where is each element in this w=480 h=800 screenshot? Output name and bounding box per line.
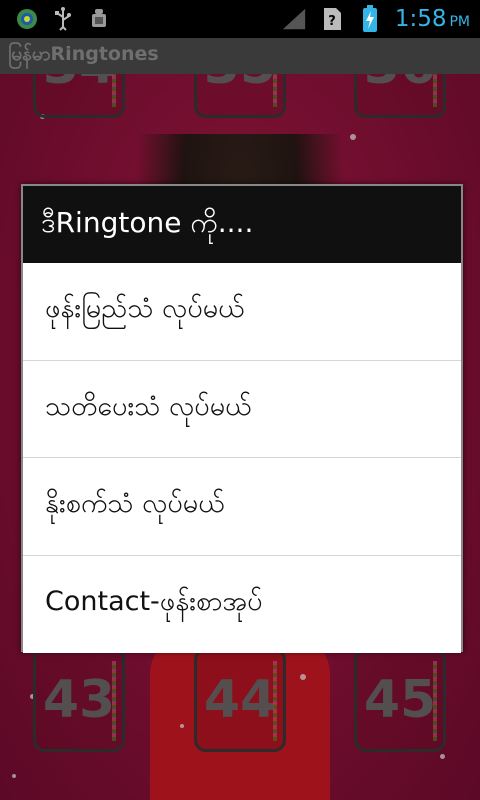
option-label: Contact-ဖုန်းစာအုပ် [45,586,263,618]
option-assign-contact[interactable]: Contact-ဖုန်းစာအုပ် [23,555,461,653]
signal-icon [281,6,307,32]
android-debug-icon [86,6,112,32]
set-ringtone-dialog: ဒီRingtone ကို.... ဖုန်းမြည်သံ လုပ်မယ် သ… [21,184,463,653]
dialog-header: ဒီRingtone ကို.... [23,186,461,263]
no-sim-icon: ? [319,6,345,32]
option-label: သတိပေးသံ လုပ်မယ် [45,390,252,422]
svg-text:?: ? [328,14,336,29]
app-notification-icon [14,6,40,32]
option-label: နိုးစက်သံ လုပ်မယ် [45,488,225,520]
option-set-alarm[interactable]: နိုးစက်သံ လုပ်မယ် [23,458,461,556]
battery-charging-icon [357,5,383,32]
usb-icon [50,6,76,32]
option-set-notification[interactable]: သတိပေးသံ လုပ်မယ် [23,360,461,458]
app-title: မြန်မာRingtones [8,43,159,65]
status-bar: ? 1:58 PM [0,0,480,38]
dialog-title: ဒီRingtone ကို.... [41,205,254,239]
option-set-ringtone[interactable]: ဖုန်းမြည်သံ လုပ်မယ် [23,263,461,361]
app-title-bar: မြန်မာRingtones [0,38,480,74]
option-label: ဖုန်းမြည်သံ လုပ်မယ် [45,293,245,325]
status-clock: 1:58 PM [394,6,470,32]
